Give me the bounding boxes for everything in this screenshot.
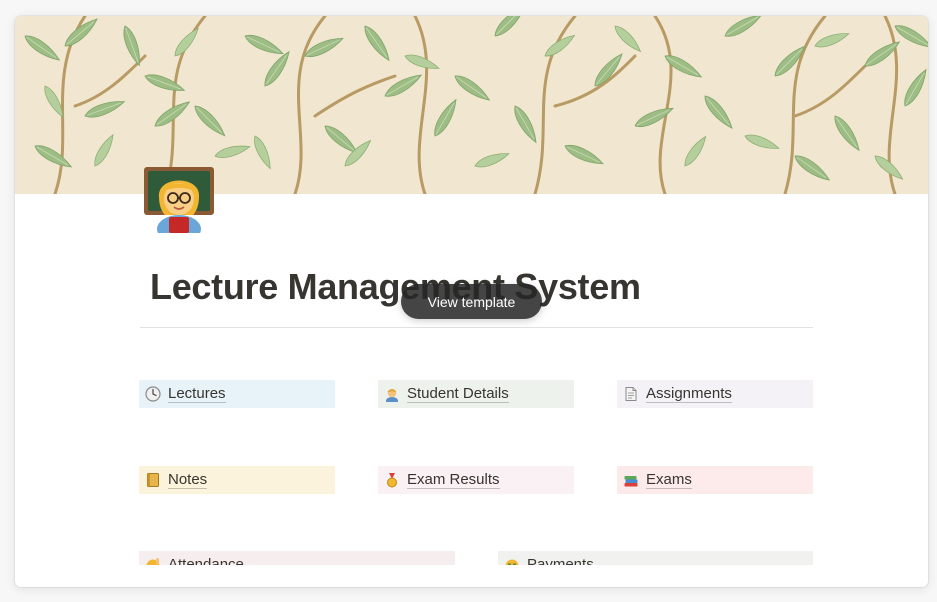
link-assignments[interactable]: Assignments — [617, 380, 813, 408]
link-label: Exams — [646, 471, 692, 489]
books-icon — [622, 471, 640, 489]
link-exam-results[interactable]: Exam Results — [378, 466, 574, 494]
link-exams[interactable]: Exams — [617, 466, 813, 494]
link-label: Lectures — [168, 385, 226, 403]
link-notes[interactable]: Notes — [139, 466, 335, 494]
notebook-icon — [144, 471, 162, 489]
student-icon — [383, 385, 401, 403]
teacher-emoji-graphic — [144, 167, 214, 243]
page-window: Lecture Management System View template … — [15, 16, 928, 587]
teacher-icon[interactable] — [143, 161, 215, 243]
link-label: Notes — [168, 471, 208, 489]
link-student-details[interactable]: Student Details — [378, 380, 574, 408]
link-label: Exam Results — [407, 471, 500, 489]
page-title: Lecture Management System — [150, 266, 641, 307]
link-label: Assignments — [646, 385, 732, 403]
link-payments[interactable]: Payments — [498, 551, 813, 565]
raising-hand-icon — [144, 556, 162, 565]
money-face-icon — [503, 556, 521, 565]
clock-icon — [144, 385, 162, 403]
link-attendance[interactable]: Attendance — [139, 551, 455, 565]
medal-icon — [383, 471, 401, 489]
link-label: Attendance — [168, 556, 244, 565]
title-divider — [140, 327, 813, 328]
link-lectures[interactable]: Lectures — [139, 380, 335, 408]
view-template-button[interactable]: View template — [401, 284, 542, 319]
bottom-row-clip: Attendance Payments — [15, 548, 928, 565]
link-label: Student Details — [407, 385, 509, 403]
document-icon — [622, 385, 640, 403]
link-label: Payments — [527, 556, 594, 565]
